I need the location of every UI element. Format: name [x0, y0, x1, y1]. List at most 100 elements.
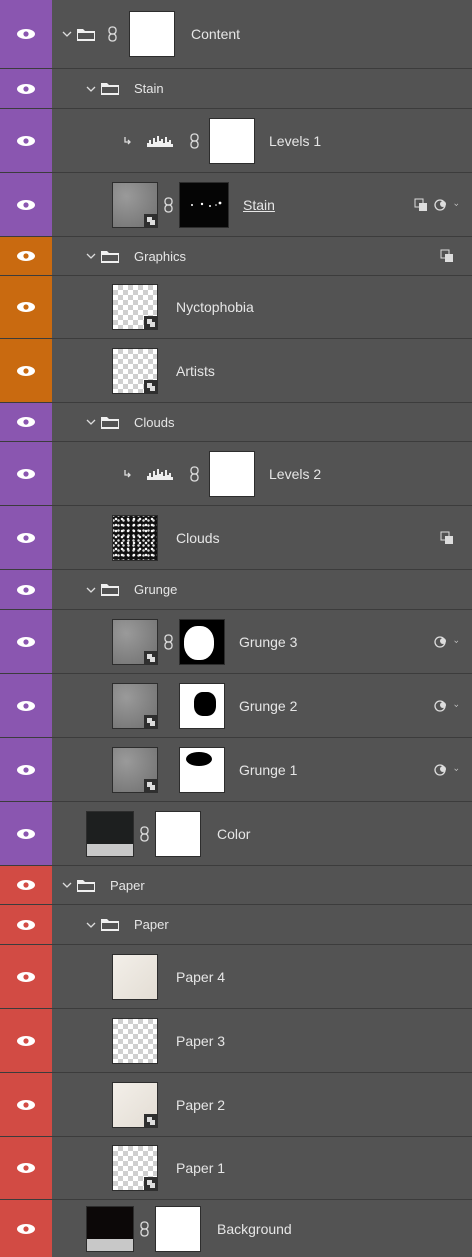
layer-name[interactable]: Paper — [134, 917, 169, 932]
visibility-toggle[interactable] — [0, 945, 52, 1008]
visibility-toggle[interactable] — [0, 802, 52, 865]
visibility-toggle[interactable] — [0, 674, 52, 737]
layer-mask-thumbnail[interactable] — [179, 746, 225, 793]
link-icon[interactable] — [140, 825, 149, 842]
layer-name[interactable]: Paper — [110, 878, 145, 893]
layer-name[interactable]: Graphics — [134, 249, 186, 264]
link-icon[interactable] — [190, 132, 199, 149]
layer-name[interactable]: Color — [217, 826, 250, 842]
link-icon[interactable] — [140, 1220, 149, 1237]
effects-icon[interactable] — [434, 635, 448, 649]
layer-name[interactable]: Grunge — [134, 582, 177, 597]
effects-icon[interactable] — [434, 699, 448, 713]
layer-mask-thumbnail[interactable] — [179, 618, 225, 665]
visibility-toggle[interactable] — [0, 173, 52, 236]
fill-layer-thumbnail[interactable] — [86, 810, 134, 857]
layer-name[interactable]: Paper 3 — [176, 1033, 225, 1049]
layer-row-paper-1[interactable]: Paper 1 — [0, 1137, 472, 1200]
visibility-toggle[interactable] — [0, 1137, 52, 1199]
smart-filter-icon[interactable] — [440, 531, 454, 545]
visibility-toggle[interactable] — [0, 570, 52, 609]
visibility-toggle[interactable] — [0, 442, 52, 505]
layer-thumbnail[interactable] — [112, 514, 158, 561]
layer-mask-thumbnail[interactable] — [129, 11, 175, 57]
chevron-down-icon[interactable] — [86, 585, 96, 595]
link-icon[interactable] — [164, 196, 173, 213]
layer-row-grunge-2[interactable]: Grunge 2 — [0, 674, 472, 738]
smart-filter-icon[interactable] — [440, 249, 454, 263]
layer-thumbnail[interactable] — [112, 1081, 158, 1128]
layer-row-stain-group[interactable]: Stain — [0, 69, 472, 109]
layer-mask-thumbnail[interactable] — [179, 181, 229, 228]
layer-row-clouds-group[interactable]: Clouds — [0, 403, 472, 442]
effects-icon[interactable] — [434, 198, 448, 212]
layer-mask-thumbnail[interactable] — [209, 450, 255, 497]
layer-thumbnail[interactable] — [112, 682, 158, 729]
chevron-down-icon[interactable] — [62, 29, 72, 39]
chevron-down-icon[interactable] — [454, 198, 462, 212]
layer-name[interactable]: Levels 1 — [269, 133, 321, 149]
chevron-down-icon[interactable] — [86, 251, 96, 261]
layer-row-paper-group-inner[interactable]: Paper — [0, 905, 472, 945]
layer-thumbnail[interactable] — [112, 284, 158, 330]
chevron-down-icon[interactable] — [454, 635, 462, 649]
visibility-toggle[interactable] — [0, 276, 52, 338]
layer-row-grunge-1[interactable]: Grunge 1 — [0, 738, 472, 802]
visibility-toggle[interactable] — [0, 339, 52, 402]
layer-name[interactable]: Grunge 1 — [239, 762, 297, 778]
layer-row-background[interactable]: Background — [0, 1200, 472, 1257]
visibility-toggle[interactable] — [0, 0, 52, 68]
layer-row-clouds[interactable]: Clouds — [0, 506, 472, 570]
layer-row-paper-3[interactable]: Paper 3 — [0, 1009, 472, 1073]
link-icon[interactable] — [164, 633, 173, 650]
layer-row-content[interactable]: Content — [0, 0, 472, 69]
link-icon[interactable] — [190, 465, 199, 482]
layer-name[interactable]: Clouds — [134, 415, 174, 430]
layer-thumbnail[interactable] — [112, 746, 158, 793]
visibility-toggle[interactable] — [0, 1200, 52, 1257]
layer-thumbnail[interactable] — [112, 1145, 158, 1191]
smart-filter-icon[interactable] — [414, 198, 428, 212]
layer-name[interactable]: Clouds — [176, 530, 220, 546]
layer-row-nyctophobia[interactable]: Nyctophobia — [0, 276, 472, 339]
layer-name[interactable]: Background — [217, 1221, 292, 1237]
layer-mask-thumbnail[interactable] — [209, 117, 255, 164]
layer-name[interactable]: Grunge 3 — [239, 634, 297, 650]
link-icon[interactable] — [108, 26, 117, 42]
visibility-toggle[interactable] — [0, 237, 52, 275]
visibility-toggle[interactable] — [0, 738, 52, 801]
layer-row-levels-1[interactable]: Levels 1 — [0, 109, 472, 173]
layer-row-color[interactable]: Color — [0, 802, 472, 866]
visibility-toggle[interactable] — [0, 610, 52, 673]
visibility-toggle[interactable] — [0, 1073, 52, 1136]
layer-thumbnail[interactable] — [112, 953, 158, 1000]
layer-name[interactable]: Grunge 2 — [239, 698, 297, 714]
layer-name[interactable]: Paper 4 — [176, 969, 225, 985]
layer-row-paper-4[interactable]: Paper 4 — [0, 945, 472, 1009]
layer-name[interactable]: Stain — [134, 81, 164, 96]
layer-name[interactable]: Paper 2 — [176, 1097, 225, 1113]
chevron-down-icon[interactable] — [86, 84, 96, 94]
layer-row-paper-2[interactable]: Paper 2 — [0, 1073, 472, 1137]
layer-row-graphics-group[interactable]: Graphics — [0, 237, 472, 276]
fill-layer-thumbnail[interactable] — [86, 1205, 134, 1252]
layer-thumbnail[interactable] — [112, 618, 158, 665]
visibility-toggle[interactable] — [0, 905, 52, 944]
layer-row-paper-group-outer[interactable]: Paper — [0, 866, 472, 905]
layer-mask-thumbnail[interactable] — [179, 682, 225, 729]
layer-thumbnail[interactable] — [112, 1017, 158, 1064]
chevron-down-icon[interactable] — [86, 920, 96, 930]
effects-icon[interactable] — [434, 763, 448, 777]
layer-name[interactable]: Stain — [243, 197, 275, 213]
chevron-down-icon[interactable] — [454, 699, 462, 713]
visibility-toggle[interactable] — [0, 506, 52, 569]
layer-thumbnail[interactable] — [112, 347, 158, 394]
layer-row-grunge-3[interactable]: Grunge 3 — [0, 610, 472, 674]
layer-mask-thumbnail[interactable] — [155, 1205, 201, 1252]
visibility-toggle[interactable] — [0, 109, 52, 172]
visibility-toggle[interactable] — [0, 866, 52, 904]
layer-name[interactable]: Nyctophobia — [176, 299, 254, 315]
layer-row-grunge-group[interactable]: Grunge — [0, 570, 472, 610]
layer-mask-thumbnail[interactable] — [155, 810, 201, 857]
chevron-down-icon[interactable] — [62, 880, 72, 890]
